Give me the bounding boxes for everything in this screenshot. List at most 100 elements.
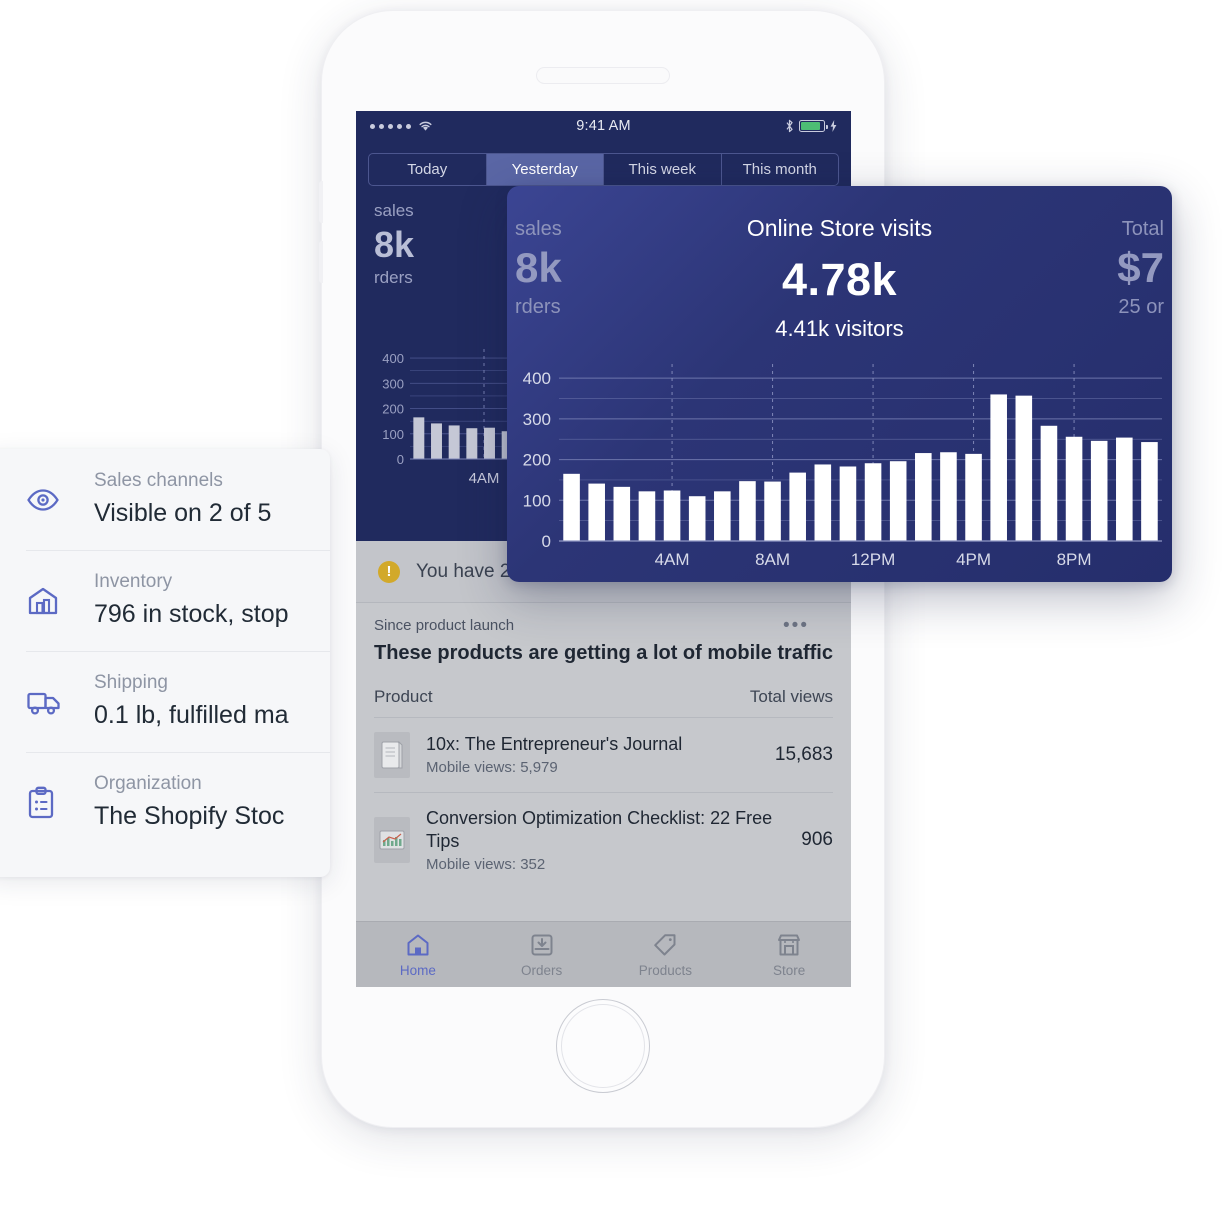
tab-orders[interactable]: Orders — [480, 922, 604, 987]
tab-label: Orders — [520, 962, 563, 978]
signal-dot-icon — [397, 123, 402, 129]
tab-home[interactable]: Home — [356, 922, 480, 987]
detail-row-organization[interactable]: Organization The Shopify Stoc — [0, 752, 330, 853]
detail-label: Inventory — [94, 571, 173, 593]
journal-thumb-icon — [374, 731, 410, 778]
chart-y-axis-ticks: 0 100 200 300 400 — [523, 369, 551, 551]
chart-bar — [739, 481, 756, 541]
product-detail-panel: Sales channels Visible on 2 of 5 Invento… — [0, 449, 330, 877]
detail-text: Sales channels Visible on 2 of 5 — [74, 468, 271, 531]
y-tick-label: 300 — [523, 410, 551, 429]
date-range-segmented-control[interactable]: Today Yesterday This week This month — [368, 153, 839, 186]
mini-chart-bar — [466, 428, 478, 459]
chart-bar — [839, 466, 857, 541]
table-row[interactable]: Conversion Optimization Checklist: 22 Fr… — [374, 791, 833, 888]
product-mobile-views: Mobile views: 5,979 — [426, 759, 558, 777]
detail-row-inventory[interactable]: Inventory 796 in stock, stop — [0, 550, 330, 651]
product-total-views: 906 — [801, 828, 833, 850]
product-mobile-views: Mobile views: 352 — [426, 856, 546, 874]
visits-bar-chart[interactable]: 0 100 200 300 400 4AM 8AM 12PM 4PM 8PM — [507, 356, 1172, 582]
chart-bar — [789, 472, 806, 541]
mini-chart-bar — [448, 425, 460, 459]
detail-row-shipping[interactable]: Shipping 0.1 lb, fulfilled ma — [0, 651, 330, 752]
signal-dot-icon — [406, 123, 411, 129]
chart-bar — [1116, 437, 1133, 541]
mini-chart-bar — [413, 417, 425, 459]
notification-text: You have 2 — [416, 560, 511, 582]
chart-bar — [563, 473, 580, 541]
detail-value: Visible on 2 of 5 — [94, 498, 272, 527]
chart-bar — [889, 461, 907, 541]
status-bar-time: 9:41 AM — [576, 118, 631, 134]
detail-text: Inventory 796 in stock, stop — [74, 569, 289, 632]
detail-value: 0.1 lb, fulfilled ma — [94, 700, 289, 729]
phone-volume-up-button[interactable] — [319, 181, 323, 223]
status-bar-left — [370, 120, 576, 132]
signal-dot-icon — [370, 123, 375, 129]
chart-bar — [915, 453, 932, 541]
chart-bar — [814, 464, 832, 541]
x-tick-label: 4PM — [956, 550, 991, 569]
product-title: Conversion Optimization Checklist: 22 Fr… — [426, 807, 773, 851]
insight-card: Since product launch ••• These products … — [356, 603, 851, 888]
tab-label: Home — [399, 962, 436, 978]
product-total-views: 15,683 — [774, 743, 833, 765]
detail-row-sales-channels[interactable]: Sales channels Visible on 2 of 5 — [0, 449, 330, 550]
chart-bar — [613, 486, 631, 541]
chart-bar — [965, 453, 982, 541]
tab-store[interactable]: Store — [727, 922, 851, 987]
phone-home-button[interactable] — [556, 999, 650, 1093]
tag-icon — [654, 933, 676, 955]
phone-volume-down-button[interactable] — [319, 241, 323, 283]
signal-dot-icon — [388, 123, 393, 129]
eye-icon — [26, 483, 74, 517]
wifi-icon — [419, 121, 432, 131]
table-row[interactable]: 10x: The Entrepreneur's Journal Mobile v… — [374, 718, 833, 792]
phone-speaker-grille — [536, 67, 670, 84]
card-title: Online Store visits — [746, 215, 933, 241]
mini-chart-bar — [431, 423, 442, 459]
online-store-visits-card[interactable]: sales 8k rders Total $7 25 or Online Sto… — [507, 186, 1172, 582]
chart-bars — [563, 394, 1158, 541]
segment-yesterday[interactable]: Yesterday — [486, 154, 604, 185]
segment-this-week[interactable]: This week — [604, 154, 722, 185]
detail-value: 796 in stock, stop — [94, 599, 289, 628]
segment-today[interactable]: Today — [369, 154, 487, 185]
insight-table-header: Product Total views — [374, 687, 833, 718]
chart-bar — [638, 491, 656, 541]
store-icon — [778, 934, 801, 955]
y-tick-label: 200 — [523, 451, 551, 470]
charging-bolt-icon — [830, 120, 837, 132]
status-bar: 9:41 AM — [356, 111, 851, 141]
detail-label: Sales channels — [94, 470, 223, 492]
detail-value: The Shopify Stoc — [94, 801, 285, 830]
detail-text: Organization The Shopify Stoc — [74, 771, 284, 834]
tab-products[interactable]: Products — [604, 922, 728, 987]
alert-icon: ! — [378, 560, 400, 583]
chart-bar — [1065, 436, 1083, 541]
segment-this-month[interactable]: This month — [722, 154, 839, 185]
mini-y-tick-label: 300 — [382, 376, 404, 391]
bluetooth-icon — [786, 119, 793, 133]
insight-overflow-menu-icon[interactable]: ••• — [783, 615, 809, 637]
chart-bar — [1040, 425, 1058, 541]
tab-label: Products — [638, 962, 693, 978]
detail-label: Shipping — [94, 672, 168, 694]
insight-title: These products are getting a lot of mobi… — [374, 642, 833, 664]
card-primary-metric: 4.78k — [781, 254, 898, 305]
detail-label: Organization — [94, 773, 202, 795]
mini-x-tick-4am: 4AM — [469, 470, 500, 487]
y-tick-label: 400 — [523, 369, 551, 388]
signal-dot-icon — [379, 123, 384, 129]
detail-text: Shipping 0.1 lb, fulfilled ma — [74, 670, 289, 733]
chart-thumb-icon — [374, 816, 410, 863]
chart-bar — [688, 496, 706, 541]
x-tick-label: 12PM — [851, 550, 895, 569]
screenshot-stage: 9:41 AM Today Yesterday This week This m… — [0, 0, 1230, 1220]
warehouse-icon — [26, 584, 74, 618]
mini-y-tick-label: 0 — [397, 452, 404, 467]
row-content: 10x: The Entrepreneur's Journal Mobile v… — [426, 733, 759, 776]
chart-bar — [714, 491, 731, 541]
chart-bar — [864, 463, 882, 541]
column-header-total-views: Total views — [749, 686, 833, 706]
